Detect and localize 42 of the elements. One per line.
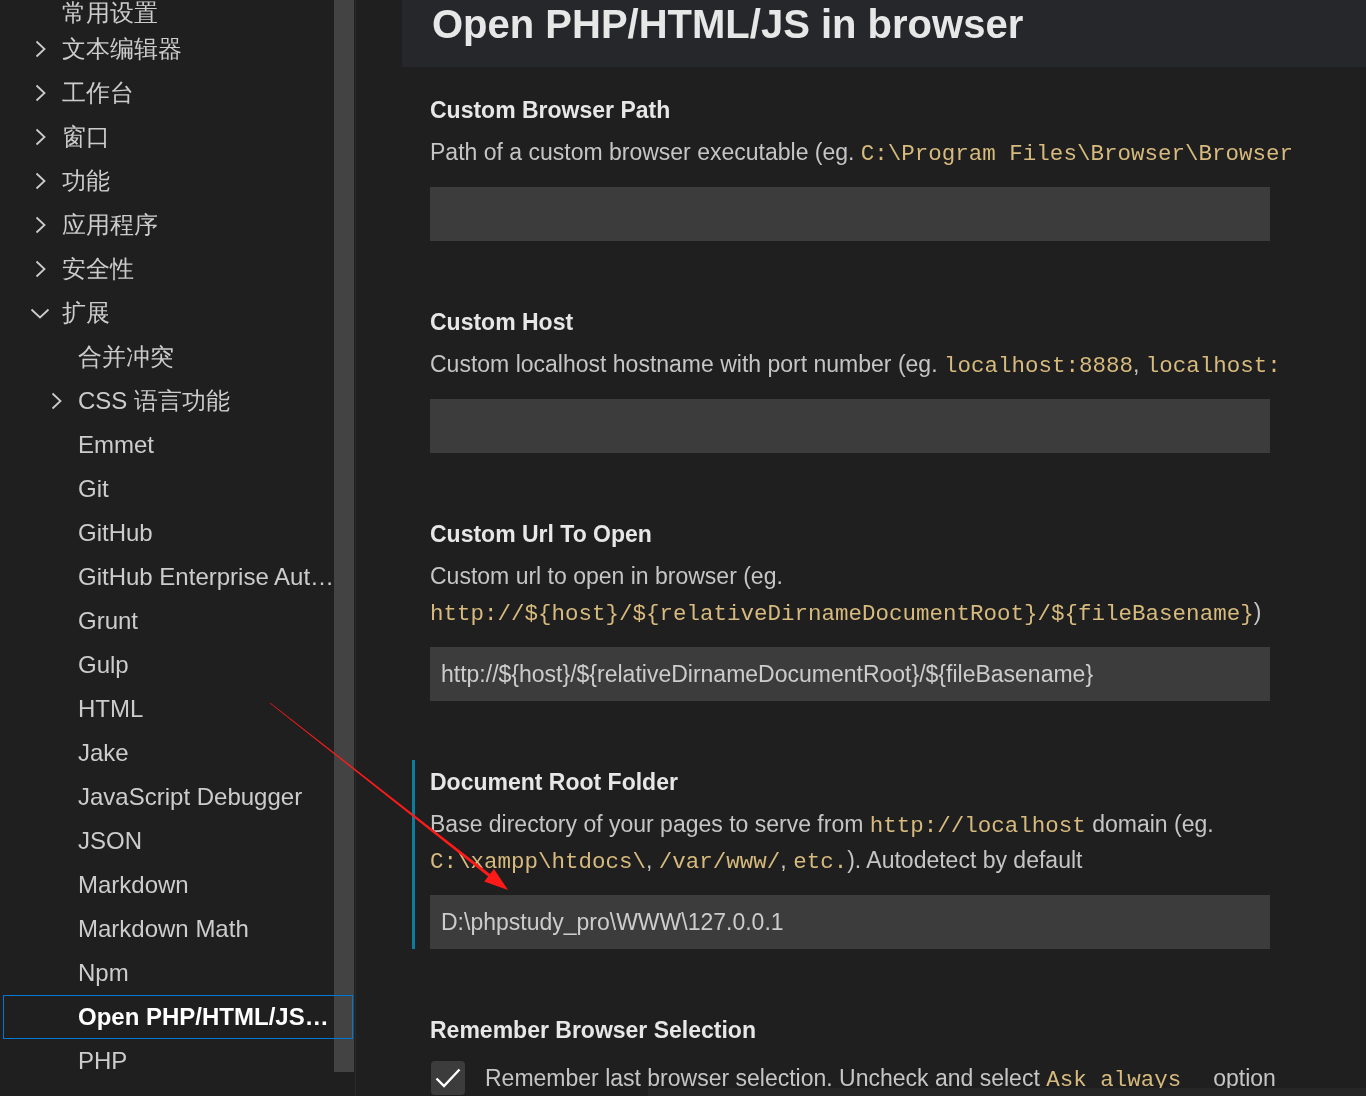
tree-item[interactable]: 窗口 <box>3 115 353 159</box>
tree-item[interactable]: 常用设置 <box>3 0 353 27</box>
tree-item[interactable]: Git <box>3 467 353 511</box>
tree-item[interactable]: 应用程序 <box>3 203 353 247</box>
setting-title: Custom Url To Open <box>430 520 652 549</box>
tree-item[interactable]: Markdown <box>3 863 353 907</box>
tree-item[interactable]: Open PHP/HTML/JS… <box>3 995 353 1039</box>
tree-item[interactable]: Markdown Math <box>3 907 353 951</box>
tree-item[interactable]: Grunt <box>3 599 353 643</box>
tree-item[interactable]: CSS 语言功能 <box>3 379 353 423</box>
setting-title: Remember Browser Selection <box>430 1016 756 1045</box>
checkbox[interactable] <box>431 1061 465 1095</box>
setting-description: Custom localhost hostname with port number (eg. localhost:8888, localhost: <box>430 350 1281 381</box>
checkbox-label: Remember last browser selection. Uncheck and select Ask always option <box>485 1065 1276 1091</box>
tree-item[interactable]: 工作台 <box>3 71 353 115</box>
tree-item[interactable]: GitHub Enterprise Aut… <box>3 555 353 599</box>
text-input-field[interactable] <box>430 399 1270 453</box>
text-input-field[interactable]: http://${host}/${relativeDirnameDocumentRoot}/${fileBasename} <box>430 647 1270 701</box>
text-input-field[interactable]: D:\phpstudy_pro\WWW\127.0.0.1 <box>430 895 1270 949</box>
page-title: Open PHP/HTML/JS in browser <box>432 1 1024 48</box>
setting-description: Custom url to open in browser (eg. http://${host}/${relativeDirnameDocumentRoot}/${fileBasename}) <box>430 562 1262 629</box>
tree-item[interactable]: 扩展 <box>3 291 353 335</box>
tree-item[interactable]: JSON <box>3 819 353 863</box>
tree-item[interactable]: 功能 <box>3 159 353 203</box>
tree-item[interactable]: Emmet <box>3 423 353 467</box>
tree-item[interactable]: JavaScript Debugger <box>3 775 353 819</box>
tree-item[interactable]: HTML <box>3 687 353 731</box>
checkmark-icon <box>435 1068 461 1088</box>
tree-item[interactable]: Npm <box>3 951 353 995</box>
setting-title: Custom Browser Path <box>430 96 671 125</box>
scrollbar-thumb[interactable] <box>334 0 354 1072</box>
tree-item[interactable]: PHP <box>3 1039 353 1083</box>
tree-item[interactable]: 安全性 <box>3 247 353 291</box>
text-input-field[interactable] <box>430 187 1270 241</box>
setting-title: Custom Host <box>430 308 574 337</box>
setting-description: Path of a custom browser executable (eg. C:\Program Files\Browser\Browser <box>430 138 1293 169</box>
tree-item[interactable]: Gulp <box>3 643 353 687</box>
tree-item[interactable]: 文本编辑器 <box>3 27 353 71</box>
tree-item[interactable]: GitHub <box>3 511 353 555</box>
tree-item[interactable]: 合并冲突 <box>3 335 353 379</box>
tree-item[interactable]: Jake <box>3 731 353 775</box>
setting-title: Document Root Folder <box>430 768 678 797</box>
